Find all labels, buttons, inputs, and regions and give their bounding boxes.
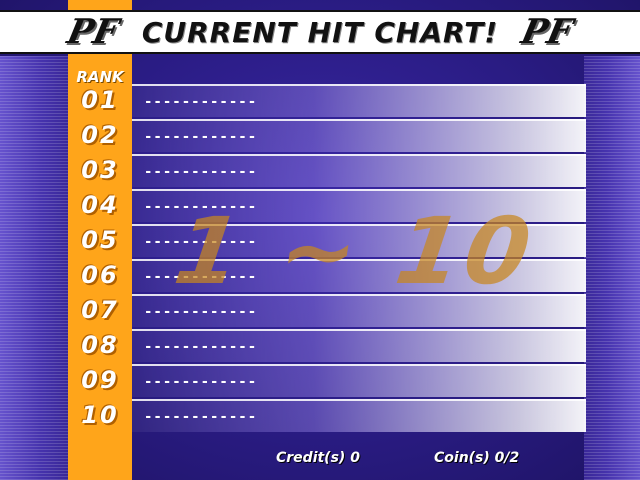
left-wall	[0, 56, 68, 480]
rank-number: 03	[81, 156, 119, 184]
song-title: ------------	[144, 164, 258, 180]
list-item[interactable]: ------------	[132, 364, 586, 397]
rank-number: 04	[81, 191, 119, 219]
list-item[interactable]: ------------	[132, 399, 586, 432]
song-title: ------------	[144, 129, 258, 145]
list-item[interactable]: ------------	[132, 84, 586, 117]
song-title: ------------	[144, 339, 258, 355]
list-item[interactable]: ------------	[132, 329, 586, 362]
rank-number: 10	[81, 401, 119, 429]
pf-logo-right: PF	[517, 12, 577, 52]
rank-heading: RANK	[76, 68, 124, 86]
list-item[interactable]: ------------	[132, 119, 586, 152]
pf-logo-left: PF	[63, 12, 123, 52]
page-title: CURRENT HIT CHART!	[141, 15, 499, 49]
credits-readout: Credit(s) 0	[276, 450, 360, 466]
rank-number: 05	[81, 226, 119, 254]
song-title: ------------	[144, 304, 258, 320]
coins-readout: Coin(s) 0/2	[434, 450, 520, 466]
rank-number: 06	[81, 261, 119, 289]
header-bar: PF CURRENT HIT CHART! PF	[0, 10, 640, 54]
range-overlay: 1 ~ 10	[168, 198, 541, 305]
rank-number: 02	[81, 121, 119, 149]
right-wall	[584, 56, 640, 480]
song-title: ------------	[144, 374, 258, 390]
rank-number: 09	[81, 366, 119, 394]
rank-number: 07	[81, 296, 119, 324]
song-title: ------------	[144, 409, 258, 425]
rank-number: 01	[81, 86, 119, 114]
song-title: ------------	[144, 94, 258, 110]
list-item[interactable]: ------------	[132, 154, 586, 187]
rank-number: 08	[81, 331, 119, 359]
